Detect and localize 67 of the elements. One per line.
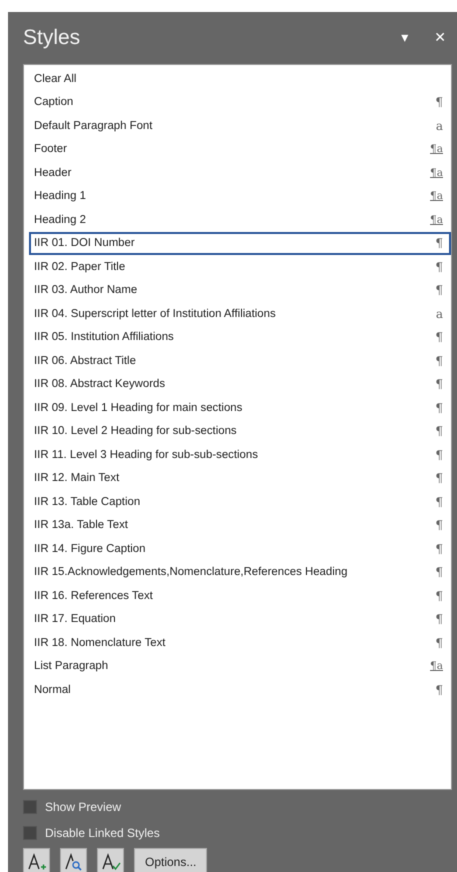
style-type-mark: ¶a: [430, 214, 443, 226]
style-type-mark: ¶: [435, 236, 443, 250]
letter-magnifier-icon: [64, 852, 84, 872]
style-item[interactable]: Clear All: [29, 67, 451, 90]
style-item[interactable]: IIR 06. Abstract Title ¶: [29, 349, 451, 372]
style-item[interactable]: List Paragraph ¶a: [29, 654, 451, 678]
style-item[interactable]: IIR 05. Institution Affiliations ¶: [29, 326, 451, 349]
style-item[interactable]: IIR 13a. Table Text ¶: [29, 514, 451, 537]
checkbox-label: Disable Linked Styles: [45, 826, 160, 840]
style-item[interactable]: IIR 14. Figure Caption ¶: [29, 537, 451, 560]
style-item[interactable]: IIR 04. Superscript letter of Institution Affiliations a: [29, 302, 451, 326]
style-item[interactable]: IIR 02. Paper Title ¶: [29, 255, 451, 278]
style-item[interactable]: IIR 15.Acknowledgements,Nomenclature,References Heading ¶: [29, 560, 451, 584]
style-type-mark: ¶: [435, 471, 443, 486]
style-item[interactable]: IIR 08. Abstract Keywords ¶: [29, 372, 451, 396]
style-item[interactable]: IIR 11. Level 3 Heading for sub-sub-sections ¶: [29, 443, 451, 466]
style-type-mark: ¶: [435, 260, 443, 274]
pane-menu-button[interactable]: ▾: [395, 30, 414, 46]
style-type-mark: a: [436, 118, 443, 133]
style-type-mark: ¶: [435, 682, 443, 697]
style-type-mark: ¶: [435, 424, 443, 438]
style-type-mark: ¶: [435, 494, 443, 509]
style-inspector-button[interactable]: [60, 848, 87, 872]
style-type-mark: ¶: [435, 400, 443, 415]
close-button[interactable]: ✕: [428, 30, 452, 46]
style-item[interactable]: Normal ¶: [29, 678, 451, 702]
style-item[interactable]: IIR 16. References Text ¶: [29, 584, 451, 608]
style-type-mark: ¶: [435, 518, 443, 532]
style-item[interactable]: Header ¶a: [29, 161, 451, 184]
style-type-mark: ¶: [435, 612, 443, 626]
style-item[interactable]: Heading 1 ¶a: [29, 184, 451, 208]
style-type-mark: ¶: [435, 636, 443, 650]
style-item[interactable]: IIR 12. Main Text ¶: [29, 466, 451, 490]
style-item[interactable]: Heading 2 ¶a: [29, 208, 451, 232]
manage-styles-button[interactable]: [97, 848, 124, 872]
style-item[interactable]: Default Paragraph Font a: [29, 114, 451, 138]
style-type-mark: ¶a: [430, 190, 443, 202]
letter-plus-icon: [26, 852, 46, 872]
style-item[interactable]: IIR 01. DOI Number ¶: [29, 232, 451, 255]
style-item[interactable]: Caption ¶: [29, 90, 451, 114]
style-type-mark: ¶: [435, 542, 443, 556]
style-type-mark: ¶: [435, 565, 443, 580]
style-type-mark: ¶: [435, 330, 443, 344]
style-type-mark: ¶: [435, 354, 443, 368]
pane-title: Styles: [23, 26, 82, 50]
style-item[interactable]: IIR 10. Level 2 Heading for sub-sections ¶: [29, 420, 451, 443]
checkbox[interactable]: [23, 800, 37, 814]
style-type-mark: ¶a: [430, 166, 443, 179]
letter-check-icon: [100, 852, 120, 872]
style-item[interactable]: IIR 17. Equation ¶: [29, 608, 451, 631]
style-item[interactable]: IIR 03. Author Name ¶: [29, 278, 451, 302]
style-type-mark: ¶: [435, 377, 443, 392]
style-item[interactable]: IIR 18. Nomenclature Text ¶: [29, 631, 451, 654]
style-type-mark: ¶: [435, 588, 443, 603]
style-type-mark: ¶: [435, 95, 443, 110]
style-type-mark: ¶a: [430, 143, 443, 156]
style-type-mark: ¶a: [430, 660, 443, 672]
style-type-mark: ¶: [435, 283, 443, 298]
options-button[interactable]: Options...: [134, 848, 208, 872]
checkbox[interactable]: [23, 826, 37, 840]
new-style-button[interactable]: [23, 848, 50, 872]
style-type-mark: a: [436, 306, 443, 321]
style-item[interactable]: IIR 09. Level 1 Heading for main sections ¶: [29, 396, 451, 420]
style-item[interactable]: IIR 13. Table Caption ¶: [29, 490, 451, 514]
style-item[interactable]: Footer ¶a: [29, 138, 451, 161]
checkbox-label: Show Preview: [45, 800, 122, 814]
style-type-mark: ¶: [435, 448, 443, 462]
